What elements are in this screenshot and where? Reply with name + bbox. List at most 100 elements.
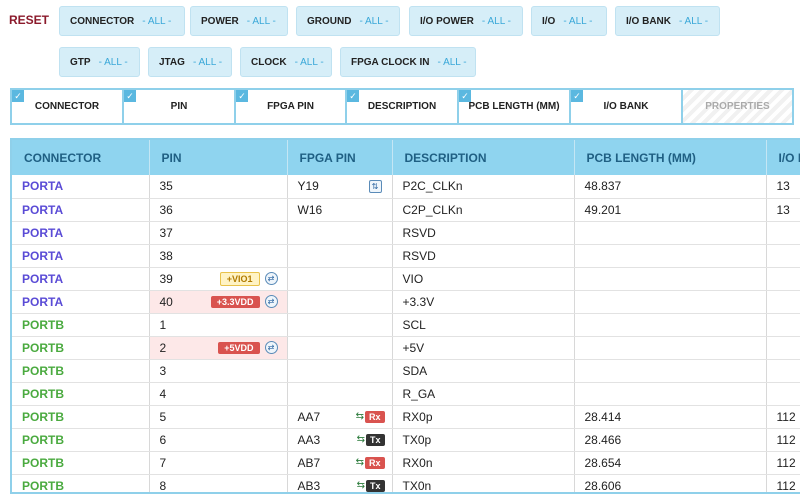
filter-label: I/O POWER bbox=[420, 15, 474, 27]
transceiver-icon: ⇆ bbox=[356, 434, 365, 445]
toggle-description[interactable]: ✓ DESCRIPTION bbox=[345, 88, 457, 125]
column-header-pcb-length-mm-[interactable]: PCB LENGTH (MM) bbox=[574, 140, 767, 175]
connector-cell[interactable]: PORTB bbox=[12, 451, 150, 475]
toggle-fpga-pin[interactable]: ✓ FPGA PIN bbox=[234, 88, 345, 125]
toggle-connector[interactable]: ✓ CONNECTOR bbox=[10, 88, 122, 125]
pin-cell: 37 bbox=[149, 221, 288, 245]
pin-number: 2 bbox=[159, 340, 167, 355]
checkbox-checked-icon[interactable]: ✓ bbox=[124, 90, 136, 102]
pin-number: 37 bbox=[159, 225, 173, 240]
table-row[interactable]: PORTA 40 +3.3VDD ⇄ +3.3V bbox=[12, 290, 800, 314]
toggle-properties[interactable]: PROPERTIES bbox=[681, 88, 794, 125]
fpga-pin-cell: AA7 ⇆ Rx bbox=[287, 405, 393, 429]
filter-gtp[interactable]: GTP - ALL - bbox=[59, 47, 140, 77]
toggle-label: FPGA PIN bbox=[267, 101, 314, 112]
table-row[interactable]: PORTB 2 +5VDD ⇄ +5V bbox=[12, 336, 800, 360]
fpga-pin-cell bbox=[287, 267, 393, 291]
pcb-length-cell bbox=[574, 382, 767, 406]
connector-cell[interactable]: PORTB bbox=[12, 405, 150, 429]
clock-io-icon[interactable]: ⇅ bbox=[368, 179, 382, 193]
connector-cell[interactable]: PORTB bbox=[12, 474, 150, 492]
toggle-label: CONNECTOR bbox=[34, 101, 100, 112]
filter-i-o-power[interactable]: I/O POWER - ALL - bbox=[409, 6, 523, 36]
column-header-connector[interactable]: CONNECTOR bbox=[12, 140, 150, 175]
fpga-pin-cell bbox=[287, 382, 393, 406]
fpga-pin: AB7 bbox=[297, 455, 321, 470]
checkbox-checked-icon[interactable]: ✓ bbox=[571, 90, 583, 102]
table-row[interactable]: PORTB 3 SDA bbox=[12, 359, 800, 383]
table-row[interactable]: PORTA 39 +VIO1 ⇄ VIO bbox=[12, 267, 800, 291]
filter-power[interactable]: POWER - ALL - bbox=[190, 6, 288, 36]
filter-i-o[interactable]: I/O - ALL - bbox=[531, 6, 607, 36]
column-header-fpga-pin[interactable]: FPGA PIN bbox=[287, 140, 393, 175]
connector-cell[interactable]: PORTA bbox=[12, 267, 150, 291]
pin-cell: 1 bbox=[149, 313, 288, 337]
filter-ground[interactable]: GROUND - ALL - bbox=[296, 6, 400, 36]
filter-label: GTP bbox=[70, 56, 91, 68]
pin-cell: 40 +3.3VDD ⇄ bbox=[149, 290, 288, 314]
connector-cell[interactable]: PORTB bbox=[12, 382, 150, 406]
toggle-pin[interactable]: ✓ PIN bbox=[122, 88, 234, 125]
checkbox-checked-icon[interactable]: ✓ bbox=[459, 90, 471, 102]
table-row[interactable]: PORTB 4 R_GA bbox=[12, 382, 800, 406]
power-link-icon[interactable]: ⇄ bbox=[264, 272, 278, 285]
io-bank-cell bbox=[766, 221, 800, 245]
table-row[interactable]: PORTB 8 AB3 ⇆ Tx TX0n 28.606 112 bbox=[12, 474, 800, 492]
io-bank-cell bbox=[766, 290, 800, 314]
filter-connector[interactable]: CONNECTOR - ALL - bbox=[59, 6, 185, 36]
connector-cell[interactable]: PORTB bbox=[12, 336, 150, 360]
table-row[interactable]: PORTB 5 AA7 ⇆ Rx RX0p 28.414 112 bbox=[12, 405, 800, 429]
reset-button[interactable]: RESET bbox=[9, 13, 49, 27]
filter-label: CONNECTOR bbox=[70, 15, 135, 27]
connector-cell[interactable]: PORTB bbox=[12, 313, 150, 337]
filter-jtag[interactable]: JTAG - ALL - bbox=[148, 47, 232, 77]
power-link-icon[interactable]: ⇄ bbox=[264, 341, 278, 354]
fpga-pin: AA7 bbox=[297, 409, 321, 424]
connector-cell[interactable]: PORTA bbox=[12, 244, 150, 268]
pin-cell: 2 +5VDD ⇄ bbox=[149, 336, 288, 360]
pin-number: 35 bbox=[159, 179, 173, 194]
pinout-table: CONNECTOR PIN FPGA PIN DESCRIPTION PCB LENGT… bbox=[10, 138, 800, 494]
fpga-pin-cell bbox=[287, 290, 393, 314]
filter-clock[interactable]: CLOCK - ALL - bbox=[240, 47, 332, 77]
pcb-length-cell bbox=[574, 290, 767, 314]
checkbox-checked-icon[interactable]: ✓ bbox=[347, 90, 359, 102]
io-bank-cell bbox=[766, 267, 800, 291]
table-row[interactable]: PORTB 1 SCL bbox=[12, 313, 800, 337]
connector-cell[interactable]: PORTB bbox=[12, 428, 150, 452]
column-header-pin[interactable]: PIN bbox=[149, 140, 288, 175]
pcb-length-cell bbox=[574, 221, 767, 245]
checkbox-checked-icon[interactable]: ✓ bbox=[236, 90, 248, 102]
toggle-label: PCB LENGTH (MM) bbox=[468, 101, 560, 112]
table-row[interactable]: PORTA 38 RSVD bbox=[12, 244, 800, 268]
column-header-description[interactable]: DESCRIPTION bbox=[392, 140, 575, 175]
filter-fpga-clock-in[interactable]: FPGA CLOCK IN - ALL - bbox=[340, 47, 476, 77]
checkbox-checked-icon[interactable]: ✓ bbox=[12, 90, 24, 102]
filter-i-o-bank[interactable]: I/O BANK - ALL - bbox=[615, 6, 720, 36]
table-row[interactable]: PORTA 36 W16 C2P_CLKn 49.201 13 bbox=[12, 198, 800, 222]
pin-badge: +3.3VDD bbox=[210, 295, 260, 308]
description-cell: RX0n bbox=[392, 451, 575, 475]
connector-cell[interactable]: PORTA bbox=[12, 175, 150, 199]
fpga-pin-cell: AB7 ⇆ Rx bbox=[287, 451, 393, 475]
fpga-pin-cell: AB3 ⇆ Tx bbox=[287, 474, 393, 492]
power-link-icon[interactable]: ⇄ bbox=[264, 295, 278, 308]
description-cell: R_GA bbox=[392, 382, 575, 406]
filter-value: - ALL - bbox=[437, 56, 467, 68]
connector-cell[interactable]: PORTA bbox=[12, 198, 150, 222]
toggle-pcb-length-mm-[interactable]: ✓ PCB LENGTH (MM) bbox=[457, 88, 569, 125]
pin-cell: 8 bbox=[149, 474, 288, 492]
connector-cell[interactable]: PORTA bbox=[12, 221, 150, 245]
column-header-i-o-bank[interactable]: I/O BANK bbox=[766, 140, 800, 175]
table-row[interactable]: PORTA 35 Y19 ⇅ P2C_CLKn 48.837 13 bbox=[12, 175, 800, 199]
pin-cell: 4 bbox=[149, 382, 288, 406]
description-cell: SCL bbox=[392, 313, 575, 337]
io-bank-cell: 112 bbox=[766, 451, 800, 475]
pin-badge: +5VDD bbox=[218, 341, 260, 354]
toggle-i-o-bank[interactable]: ✓ I/O BANK bbox=[569, 88, 681, 125]
connector-cell[interactable]: PORTB bbox=[12, 359, 150, 383]
table-row[interactable]: PORTB 7 AB7 ⇆ Rx RX0n 28.654 112 bbox=[12, 451, 800, 475]
table-row[interactable]: PORTA 37 RSVD bbox=[12, 221, 800, 245]
connector-cell[interactable]: PORTA bbox=[12, 290, 150, 314]
table-row[interactable]: PORTB 6 AA3 ⇆ Tx TX0p 28.466 112 bbox=[12, 428, 800, 452]
